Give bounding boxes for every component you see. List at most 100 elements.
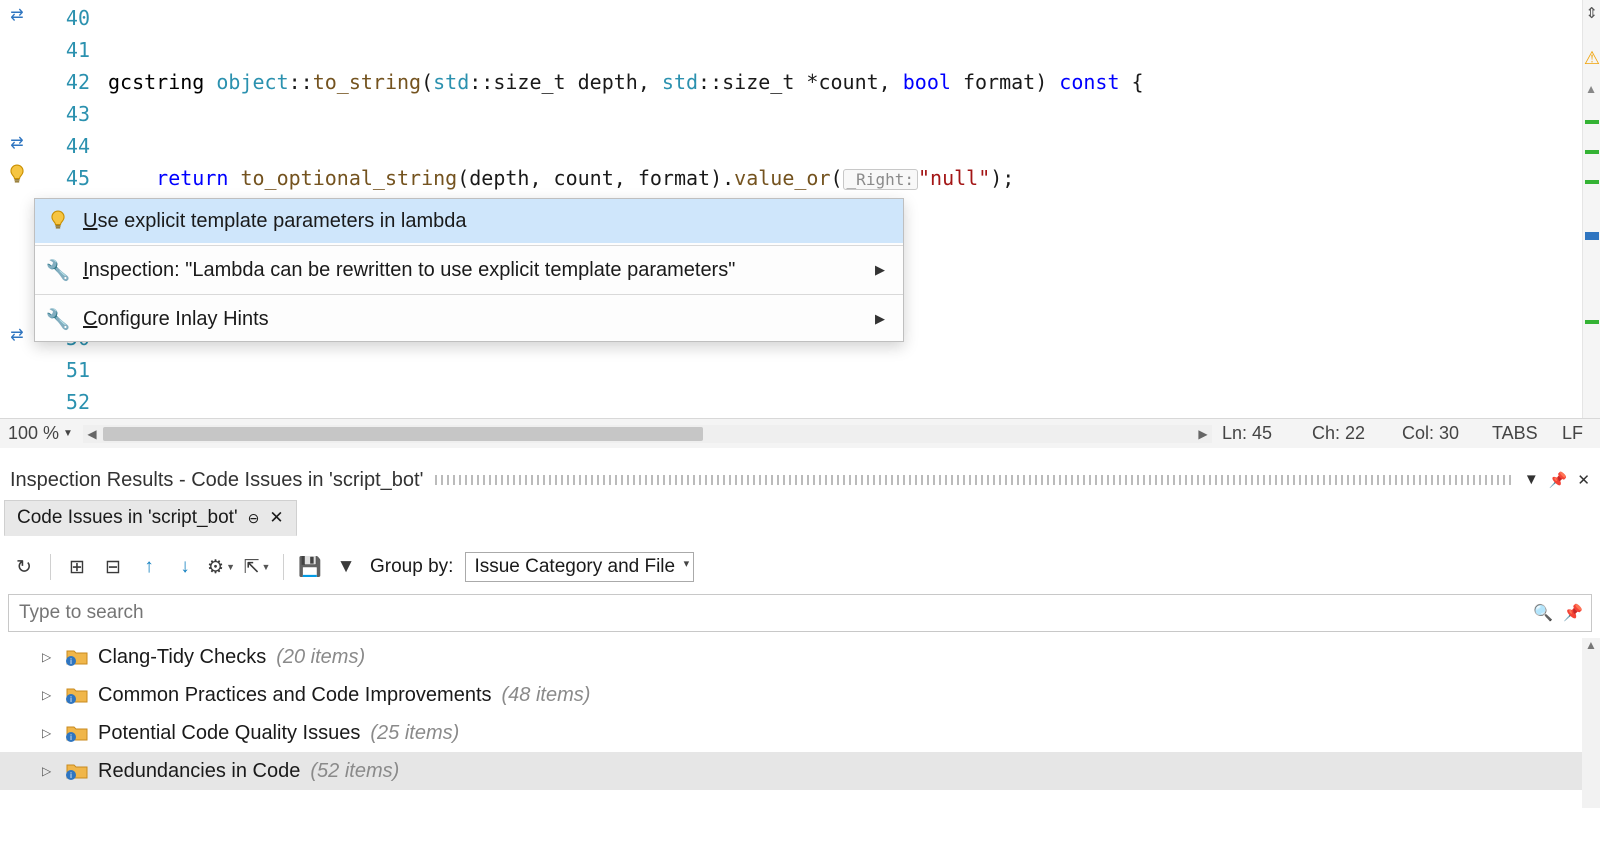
inspection-tree[interactable]: ▷ i Clang-Tidy Checks (20 items) ▷ i Com… [0, 638, 1582, 844]
scroll-up-icon[interactable]: ▲ [1582, 638, 1600, 652]
svg-text:i: i [70, 657, 72, 666]
groupby-select[interactable]: Issue Category and File [465, 552, 694, 582]
quickfix-item-inspection[interactable]: 🔧 Inspection: "Lambda can be rewritten t… [35, 248, 903, 292]
lightbulb-icon [47, 210, 69, 232]
category-name: Clang-Tidy Checks [98, 646, 266, 669]
editor-status-bar: 100 % ▼ ◀ ▶ Ln: 45 Ch: 22 Col: 30 TABS L… [0, 418, 1600, 448]
marker-green[interactable] [1585, 150, 1599, 154]
marker-blue[interactable] [1585, 232, 1599, 240]
category-name: Potential Code Quality Issues [98, 722, 360, 745]
panel-tab-code-issues[interactable]: Code Issues in 'script_bot' ⊖ ✕ [4, 500, 297, 536]
tree-category-redundancies[interactable]: ▷ i Redundancies in Code (52 items) [0, 752, 1582, 790]
inspection-panel-header: Inspection Results - Code Issues in 'scr… [0, 462, 1600, 498]
overview-ruler[interactable]: ⇕ ⚠ ▲ [1582, 0, 1600, 445]
unpin-icon[interactable]: ⊖ [248, 510, 260, 527]
panel-grip[interactable] [435, 475, 1511, 485]
folder-info-icon: i [66, 686, 88, 704]
save-icon[interactable]: 💾 [298, 555, 322, 579]
separator [35, 294, 903, 295]
scroll-right-icon[interactable]: ▶ [1194, 427, 1212, 441]
panel-title: Inspection Results - Code Issues in 'scr… [10, 469, 423, 492]
panel-tabs: Code Issues in 'script_bot' ⊖ ✕ [4, 500, 297, 536]
code-line[interactable]: gcstring object::to_string(std::size_t d… [90, 66, 1582, 98]
zoom-value: 100 % [8, 423, 59, 444]
next-issue-icon[interactable]: ↓ [173, 555, 197, 579]
category-count: (52 items) [310, 760, 399, 783]
expand-icon[interactable]: ▷ [42, 764, 56, 778]
change-marker-icon: ⇄ [6, 324, 28, 346]
svg-text:i: i [70, 733, 72, 742]
wrench-icon: 🔧 [47, 258, 69, 283]
inspection-toolbar: ↻ ⊞ ⊟ ↑ ↓ ⚙▼ ⇱▼ 💾 ▼ Group by: Issue Cate… [0, 546, 1600, 588]
zoom-dropdown[interactable]: 100 % ▼ [8, 423, 73, 444]
category-name: Redundancies in Code [98, 760, 300, 783]
scroll-up-arrow-icon[interactable]: ▲ [1585, 82, 1597, 96]
code-line[interactable]: return to_optional_string(depth, count, … [90, 162, 1582, 194]
line-number: 42 [35, 66, 90, 98]
marker-green[interactable] [1585, 180, 1599, 184]
category-name: Common Practices and Code Improvements [98, 684, 492, 707]
submenu-chevron-icon: ▶ [875, 311, 891, 327]
close-tab-icon[interactable]: ✕ [269, 508, 283, 528]
quickfix-item-label: Use explicit template parameters in lamb… [83, 210, 467, 233]
folder-info-icon: i [66, 724, 88, 742]
marker-green[interactable] [1585, 320, 1599, 324]
line-number: 41 [35, 34, 90, 66]
tree-category-common-practices[interactable]: ▷ i Common Practices and Code Improvemen… [0, 676, 1582, 714]
category-count: (25 items) [370, 722, 459, 745]
cursor-col[interactable]: Col: 30 [1402, 423, 1492, 444]
search-input[interactable] [9, 596, 1533, 630]
collapse-all-icon[interactable]: ⊟ [101, 555, 125, 579]
split-window-icon[interactable]: ⇕ [1585, 4, 1598, 22]
dropdown-icon[interactable]: ▼ [1524, 471, 1539, 489]
gutter: ⇄ ⇄ ⇄ [0, 0, 35, 445]
separator [35, 245, 903, 246]
line-ending[interactable]: LF [1562, 423, 1592, 444]
code-line[interactable] [90, 354, 1582, 386]
groupby-label: Group by: [370, 556, 453, 578]
expand-icon[interactable]: ▷ [42, 688, 56, 702]
line-number: 40 [35, 2, 90, 34]
pin-icon[interactable]: 📌 [1563, 603, 1583, 623]
tree-category-quality-issues[interactable]: ▷ i Potential Code Quality Issues (25 it… [0, 714, 1582, 752]
warning-marker-icon[interactable]: ⚠ [1584, 48, 1600, 69]
search-icon[interactable]: 🔍 [1533, 603, 1553, 623]
filter-icon[interactable]: ▼ [334, 555, 358, 579]
line-number: 44 [35, 130, 90, 162]
quickfix-popup: Use explicit template parameters in lamb… [34, 198, 904, 342]
scroll-left-icon[interactable]: ◀ [83, 427, 101, 441]
submenu-chevron-icon: ▶ [875, 262, 891, 278]
svg-text:i: i [70, 695, 72, 704]
marker-green[interactable] [1585, 120, 1599, 124]
quickfix-item-configure-hints[interactable]: 🔧 Configure Inlay Hints ▶ [35, 297, 903, 341]
folder-info-icon: i [66, 648, 88, 666]
inlay-hint: _Right: [843, 169, 918, 190]
cursor-line[interactable]: Ln: 45 [1222, 423, 1312, 444]
export-icon[interactable]: ⇱▼ [245, 555, 269, 579]
pin-icon[interactable]: 📌 [1549, 471, 1568, 489]
quickfix-item-use-explicit-template[interactable]: Use explicit template parameters in lamb… [35, 199, 903, 243]
prev-issue-icon[interactable]: ↑ [137, 555, 161, 579]
tree-category-clang-tidy[interactable]: ▷ i Clang-Tidy Checks (20 items) [0, 638, 1582, 676]
dropdown-icon: ▼ [63, 428, 73, 439]
category-count: (48 items) [502, 684, 591, 707]
change-marker-icon: ⇄ [6, 132, 28, 154]
horizontal-scrollbar[interactable]: ◀ ▶ [83, 425, 1212, 443]
tree-vertical-scrollbar[interactable]: ▲ [1582, 638, 1600, 808]
line-number: 43 [35, 98, 90, 130]
expand-all-icon[interactable]: ⊞ [65, 555, 89, 579]
tab-label: Code Issues in 'script_bot' [17, 507, 238, 529]
settings-icon[interactable]: ⚙▼ [209, 555, 233, 579]
indent-mode[interactable]: TABS [1492, 423, 1562, 444]
lightbulb-icon[interactable] [6, 164, 28, 186]
scrollbar-thumb[interactable] [103, 427, 703, 441]
line-number: 51 [35, 354, 90, 386]
refresh-icon[interactable]: ↻ [12, 555, 36, 579]
wrench-icon: 🔧 [47, 307, 69, 332]
folder-info-icon: i [66, 762, 88, 780]
expand-icon[interactable]: ▷ [42, 650, 56, 664]
close-icon[interactable]: ✕ [1577, 471, 1590, 489]
expand-icon[interactable]: ▷ [42, 726, 56, 740]
cursor-char[interactable]: Ch: 22 [1312, 423, 1402, 444]
inspection-search: 🔍 📌 [8, 594, 1592, 632]
